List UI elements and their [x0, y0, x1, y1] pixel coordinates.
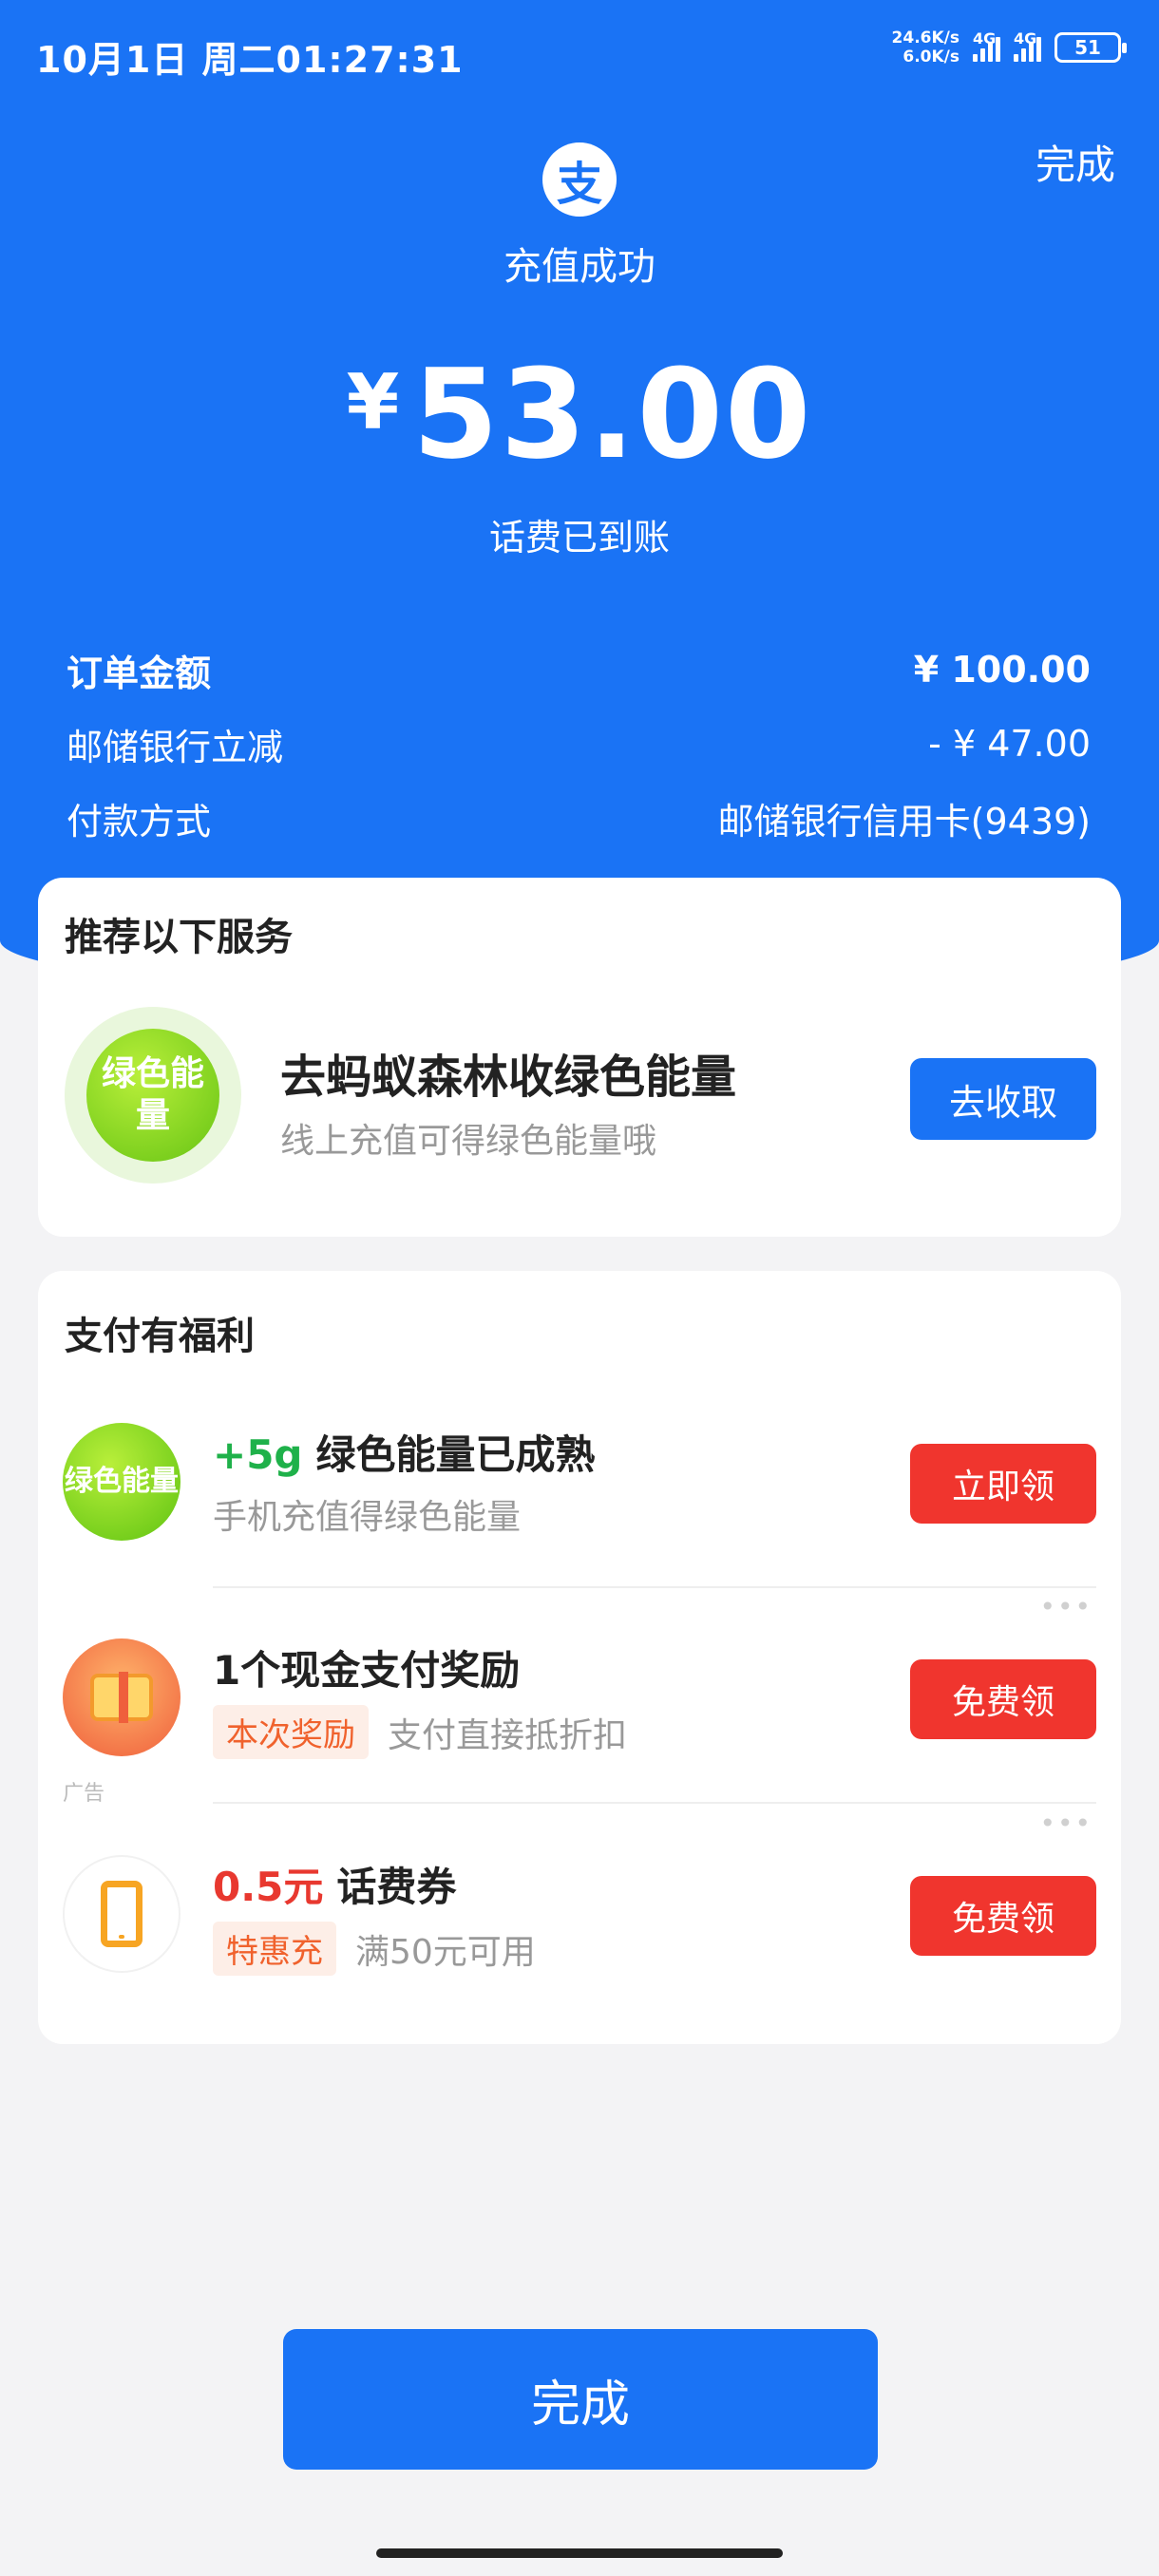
- detail-label: 付款方式: [66, 800, 212, 843]
- status-datetime: 10月1日 周二01:27:31: [36, 39, 464, 81]
- ad-label: 广告: [63, 1782, 105, 1806]
- detail-label: 邮储银行立减: [66, 726, 284, 768]
- network-speed: 24.6K/s 6.0K/s: [892, 28, 960, 66]
- detail-value: ¥ 100.00: [913, 649, 1091, 691]
- recommend-card: 推荐以下服务 绿色能量 去蚂蚁森林收绿色能量 线上充值可得绿色能量哦 去收取: [38, 878, 1121, 1237]
- status-indicators: 24.6K/s 6.0K/s 4G 4G 51: [892, 28, 1127, 66]
- benefit-subtitle: 手机充值得绿色能量: [213, 1489, 521, 1539]
- currency-symbol: ¥: [346, 358, 400, 446]
- benefit-sub-text: 手机充值得绿色能量: [213, 1498, 522, 1537]
- claim-now-button[interactable]: 立即领: [910, 1444, 1096, 1524]
- detail-value: - ¥ 47.00: [928, 723, 1091, 765]
- status-bar: 10月1日 周二01:27:31 24.6K/s 6.0K/s 4G 4G 51: [0, 0, 1159, 104]
- benefit-title: 0.5元 话费券: [213, 1855, 456, 1913]
- benefit-item-phone-coupon[interactable]: ••• 0.5元 话费券 特惠充 满50元可用 免费领: [38, 1808, 1121, 2007]
- benefit-item-energy[interactable]: 绿色能量 +5g 绿色能量已成熟 手机充值得绿色能量 立即领: [38, 1385, 1121, 1588]
- benefit-subtitle: 本次奖励 支付直接抵折扣: [213, 1705, 627, 1759]
- net-up-speed: 24.6K/s: [891, 28, 960, 47]
- detail-label: 订单金额: [66, 652, 212, 694]
- phone-icon: [63, 1855, 180, 1973]
- benefit-sub-text: 满50元可用: [355, 1932, 536, 1972]
- amount-value: 53.00: [412, 342, 813, 486]
- detail-value: 邮储银行信用卡(9439): [717, 800, 1091, 843]
- benefit-title-text: 话费券: [336, 1864, 457, 1910]
- net-down-speed: 6.0K/s: [902, 47, 960, 66]
- detail-row-order-amount: 订单金额 ¥ 100.00: [66, 633, 1091, 707]
- benefit-item-cash-reward[interactable]: ••• 广告 1个现金支付奖励 本次奖励 支付直接抵折扣 免费领: [38, 1591, 1121, 1806]
- success-title: 充值成功: [504, 245, 656, 289]
- divider: [213, 1802, 1096, 1804]
- detail-row-payment-method: 付款方式 邮储银行信用卡(9439): [66, 781, 1091, 855]
- ant-forest-icon: 绿色能量: [65, 1007, 241, 1184]
- benefit-title-text: 绿色能量已成熟: [315, 1431, 596, 1478]
- benefit-title-text: 1个现金支付奖励: [213, 1647, 521, 1694]
- arrived-subtitle: 话费已到账: [488, 517, 670, 559]
- benefit-sub-text: 支付直接抵折扣: [388, 1715, 628, 1755]
- paid-amount: ¥53.00: [0, 342, 1159, 486]
- network-type-label-2: 4G: [1014, 29, 1037, 47]
- more-options-icon[interactable]: •••: [1039, 1808, 1092, 1839]
- gift-box-icon: [63, 1638, 180, 1756]
- divider: [213, 1586, 1096, 1588]
- signal-icon: 4G: [973, 29, 1000, 62]
- benefit-subtitle: 特惠充 满50元可用: [213, 1922, 536, 1976]
- more-options-icon[interactable]: •••: [1039, 1591, 1092, 1622]
- recommend-title: 推荐以下服务: [65, 916, 293, 959]
- top-done-button[interactable]: 完成: [1036, 133, 1115, 191]
- collect-energy-button[interactable]: 去收取: [910, 1058, 1096, 1140]
- signal-icon-2: 4G: [1014, 29, 1041, 62]
- home-indicator[interactable]: [376, 2548, 783, 2558]
- detail-row-discount: 邮储银行立减 - ¥ 47.00: [66, 707, 1091, 781]
- benefit-tag: 特惠充: [213, 1922, 336, 1976]
- benefit-title: +5g 绿色能量已成熟: [213, 1423, 596, 1481]
- network-type-label: 4G: [973, 29, 997, 47]
- free-claim-button[interactable]: 免费领: [910, 1659, 1096, 1739]
- benefits-title: 支付有福利: [65, 1315, 255, 1358]
- battery-icon: 51: [1054, 32, 1127, 63]
- service-title: 去蚂蚁森林收绿色能量: [280, 1051, 737, 1104]
- green-energy-icon: 绿色能量: [63, 1423, 180, 1541]
- battery-level: 51: [1074, 36, 1101, 59]
- order-details: 订单金额 ¥ 100.00 邮储银行立减 - ¥ 47.00 付款方式 邮储银行…: [66, 633, 1091, 855]
- alipay-logo-icon: 支: [542, 142, 617, 217]
- benefit-highlight: +5g: [213, 1431, 303, 1478]
- benefit-title: 1个现金支付奖励: [213, 1638, 520, 1696]
- benefit-tag: 本次奖励: [213, 1705, 369, 1759]
- benefit-highlight: 0.5元: [213, 1864, 324, 1910]
- free-claim-button[interactable]: 免费领: [910, 1876, 1096, 1956]
- service-subtitle: 线上充值可得绿色能量哦: [280, 1122, 657, 1161]
- done-button[interactable]: 完成: [283, 2329, 878, 2470]
- green-energy-icon-text: 绿色能量: [86, 1029, 219, 1162]
- benefits-card: 支付有福利 绿色能量 +5g 绿色能量已成熟 手机充值得绿色能量 立即领 ••• …: [38, 1271, 1121, 2044]
